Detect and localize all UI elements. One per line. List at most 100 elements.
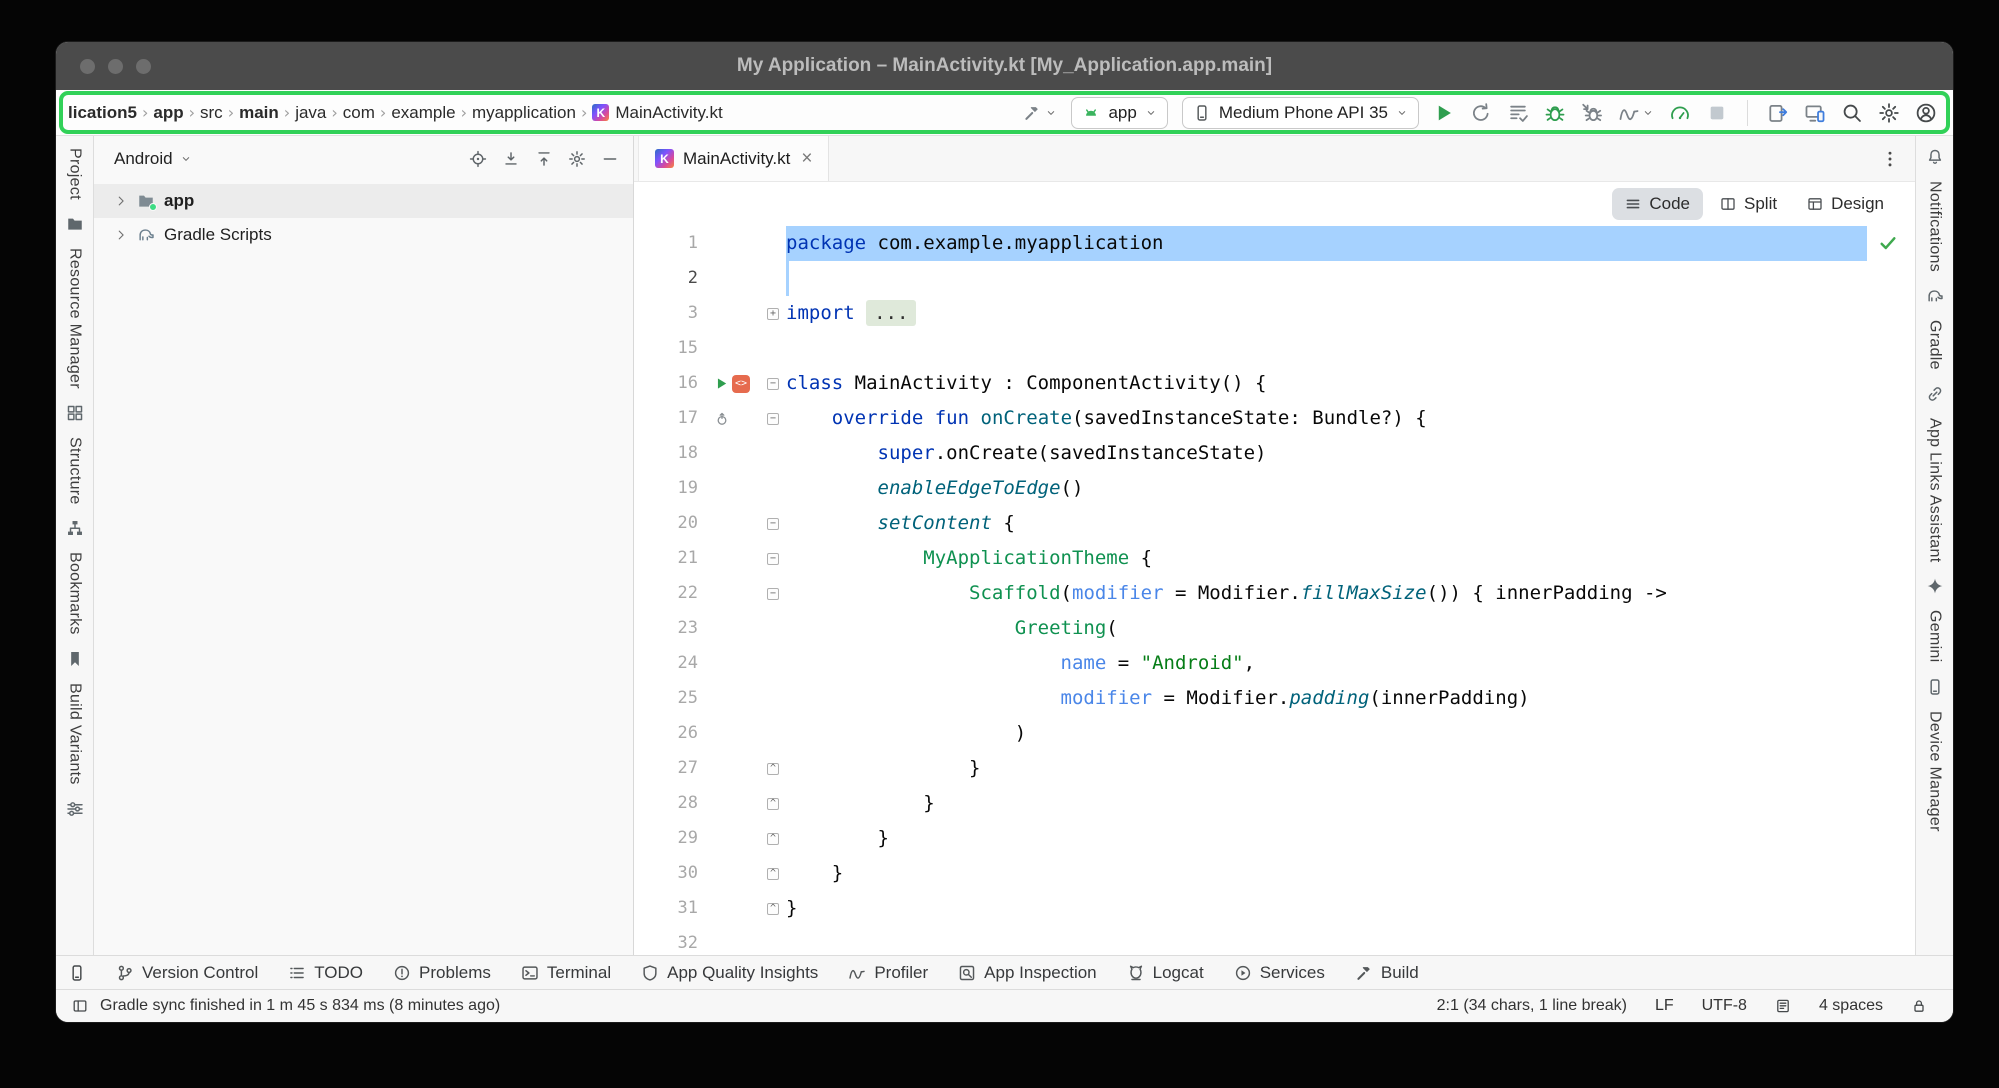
status-message[interactable]: Gradle sync finished in 1 m 45 s 834 ms …	[100, 997, 500, 1015]
breadcrumb-item-src[interactable]: src	[198, 103, 225, 123]
close-tab-icon[interactable]: ×	[799, 148, 812, 170]
tool-window-button-notifications[interactable]: Notifications	[1926, 181, 1944, 272]
title-bar[interactable]: My Application – MainActivity.kt [My_App…	[56, 42, 1953, 90]
project-tree-item-gradle-scripts[interactable]: Gradle Scripts	[94, 218, 633, 252]
breadcrumb-item-example[interactable]: example	[389, 103, 457, 123]
tool-window-layout-icon[interactable]	[72, 998, 88, 1014]
device-mirroring-button[interactable]	[1767, 102, 1789, 124]
gradle-icon[interactable]	[1926, 287, 1944, 305]
code-line-23[interactable]: 23 Greeting(	[634, 611, 1915, 646]
stop-button[interactable]	[1706, 102, 1728, 124]
code-line-16[interactable]: 16<>−class MainActivity : ComponentActiv…	[634, 366, 1915, 401]
indent-setting[interactable]: 4 spaces	[1819, 997, 1883, 1015]
code-line-30[interactable]: 30^ }	[634, 856, 1915, 891]
line-ending[interactable]: LF	[1655, 997, 1674, 1015]
gemini-icon[interactable]	[1926, 577, 1944, 595]
caret-position[interactable]: 2:1 (34 chars, 1 line break)	[1437, 997, 1627, 1015]
tool-window-button-bookmarks[interactable]: Bookmarks	[66, 552, 84, 635]
panel-settings-icon[interactable]	[568, 150, 586, 168]
tool-window-button-resource-manager[interactable]: Resource Manager	[66, 248, 84, 389]
attach-debugger-button[interactable]	[1581, 102, 1603, 124]
tool-window-button-terminal[interactable]: Terminal	[521, 963, 611, 983]
fold-marker[interactable]: +	[767, 308, 779, 320]
code-line-28[interactable]: 28^ }	[634, 786, 1915, 821]
editor-tab[interactable]: K MainActivity.kt ×	[638, 136, 829, 181]
notifications-icon[interactable]	[1926, 148, 1944, 166]
code-line-27[interactable]: 27^ }	[634, 751, 1915, 786]
code-line-25[interactable]: 25 modifier = Modifier.padding(innerPadd…	[634, 681, 1915, 716]
tool-window-button-version-control[interactable]: Version Control	[116, 963, 258, 983]
code-line-32[interactable]: 32	[634, 926, 1915, 955]
tab-options-icon[interactable]	[1881, 150, 1899, 168]
code-line-2[interactable]: 2	[634, 261, 1915, 296]
project-tree-item-app[interactable]: app	[94, 184, 633, 218]
fold-marker[interactable]: −	[767, 378, 779, 390]
code-line-26[interactable]: 26 )	[634, 716, 1915, 751]
fold-end-marker[interactable]: ^	[767, 833, 779, 845]
run-configuration-selector[interactable]: app	[1071, 97, 1167, 129]
fold-end-marker[interactable]: ^	[767, 903, 779, 915]
lock-icon[interactable]	[1911, 998, 1927, 1014]
breadcrumb-item-java[interactable]: java	[293, 103, 328, 123]
fold-end-marker[interactable]: ^	[767, 868, 779, 880]
code-area[interactable]: 1package com.example.myapplication23+imp…	[634, 226, 1915, 955]
account-button[interactable]	[1915, 102, 1937, 124]
tool-window-button-structure[interactable]: Structure	[66, 437, 84, 505]
tool-window-button-profiler[interactable]: Profiler	[848, 963, 928, 983]
run-line-icon[interactable]	[714, 376, 729, 391]
code-line-21[interactable]: 21− MyApplicationTheme {	[634, 541, 1915, 576]
view-mode-code[interactable]: Code	[1612, 188, 1703, 220]
tool-window-button-build[interactable]: Build	[1355, 963, 1419, 983]
minimize-window-button[interactable]	[108, 59, 123, 74]
fold-marker[interactable]: −	[767, 518, 779, 530]
tool-window-button-gemini[interactable]: Gemini	[1926, 610, 1944, 662]
expand-chevron-icon[interactable]	[114, 194, 128, 208]
search-everywhere-button[interactable]	[1841, 102, 1863, 124]
breadcrumb-item-mainactivity-kt[interactable]: KMainActivity.kt	[590, 103, 724, 123]
build-variants-icon[interactable]	[66, 800, 84, 818]
running-devices-button[interactable]	[1804, 102, 1826, 124]
status-widget-icon[interactable]	[1775, 998, 1791, 1014]
code-line-24[interactable]: 24 name = "Android",	[634, 646, 1915, 681]
project-view-selector[interactable]: Android	[114, 149, 192, 169]
app-links-assistant-icon[interactable]	[1926, 385, 1944, 403]
fold-end-marker[interactable]: ^	[767, 763, 779, 775]
fold-marker[interactable]: −	[767, 588, 779, 600]
fold-marker[interactable]: −	[767, 553, 779, 565]
breadcrumb-item-app[interactable]: app	[151, 103, 185, 123]
resource-manager-icon[interactable]	[66, 404, 84, 422]
code-line-20[interactable]: 20− setContent {	[634, 506, 1915, 541]
build-actions-dropdown[interactable]	[1023, 104, 1057, 122]
inspections-ok-icon[interactable]	[1877, 232, 1899, 254]
profiler-button[interactable]	[1618, 102, 1654, 124]
tool-window-button-app-inspection[interactable]: App Inspection	[958, 963, 1096, 983]
run-button[interactable]	[1433, 102, 1455, 124]
fold-marker[interactable]: −	[767, 413, 779, 425]
breadcrumb-item-myapplication[interactable]: myapplication	[470, 103, 578, 123]
code-line-15[interactable]: 15	[634, 331, 1915, 366]
view-mode-design[interactable]: Design	[1794, 188, 1897, 220]
collapse-all-icon[interactable]	[535, 150, 553, 168]
device-selector[interactable]: Medium Phone API 35	[1182, 97, 1419, 129]
tool-window-button-app-quality-insights[interactable]: App Quality Insights	[641, 963, 818, 983]
expand-chevron-icon[interactable]	[114, 228, 128, 242]
compose-preview-icon[interactable]: <>	[732, 375, 750, 393]
expand-all-icon[interactable]	[502, 150, 520, 168]
device-manager-icon[interactable]	[1926, 678, 1944, 696]
profile-low-overhead-button[interactable]	[1669, 102, 1691, 124]
structure-icon[interactable]	[66, 519, 84, 537]
code-line-22[interactable]: 22− Scaffold(modifier = Modifier.fillMax…	[634, 576, 1915, 611]
tool-window-button-todo[interactable]: TODO	[288, 963, 363, 983]
tool-window-button-problems[interactable]: Problems	[393, 963, 491, 983]
project-icon[interactable]	[66, 215, 84, 233]
breadcrumb-item-com[interactable]: com	[341, 103, 377, 123]
tool-window-button-app-links-assistant[interactable]: App Links Assistant	[1926, 418, 1944, 562]
apply-code-changes-button[interactable]	[1507, 102, 1529, 124]
zoom-window-button[interactable]	[136, 59, 151, 74]
overriding-method-icon[interactable]	[714, 411, 730, 427]
code-line-29[interactable]: 29^ }	[634, 821, 1915, 856]
breadcrumb-item-main[interactable]: main	[237, 103, 281, 123]
running-devices-icon[interactable]	[68, 964, 86, 982]
code-line-17[interactable]: 17− override fun onCreate(savedInstanceS…	[634, 401, 1915, 436]
tool-window-button-device-manager[interactable]: Device Manager	[1926, 711, 1944, 832]
